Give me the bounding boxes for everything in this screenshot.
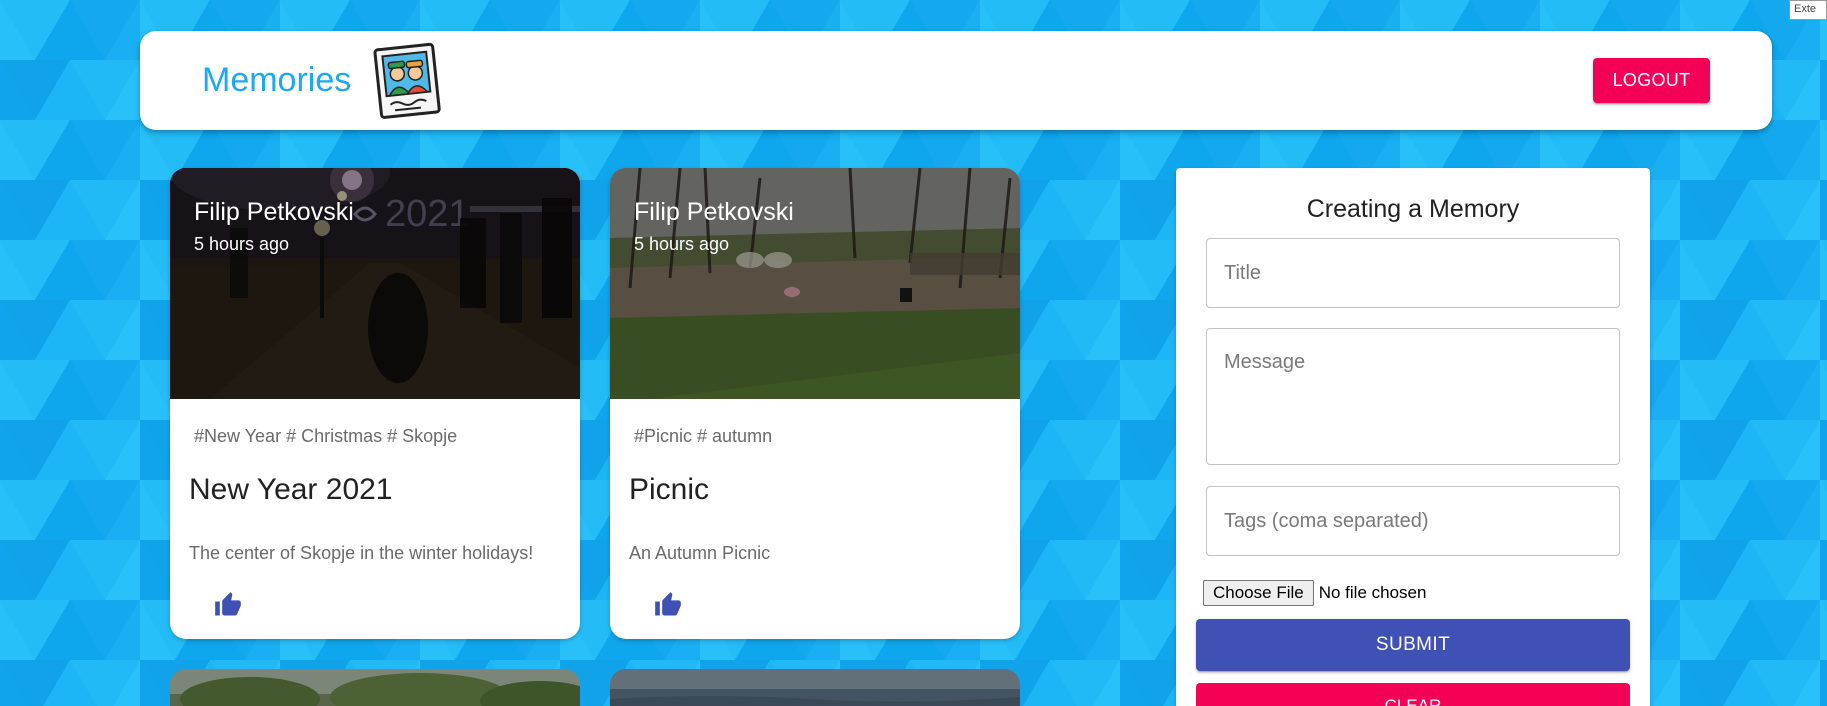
file-upload: Choose File No file chosen — [1203, 580, 1426, 606]
card-tags: #New Year # Christmas # Skopje — [194, 426, 458, 446]
card-time: 5 hours ago — [634, 234, 730, 254]
submit-button[interactable]: SUBMIT — [1196, 619, 1630, 671]
card-message: The center of Skopje in the winter holid… — [189, 543, 534, 563]
message-input[interactable] — [1206, 328, 1620, 465]
like-button[interactable] — [650, 588, 686, 624]
card-message: An Autumn Picnic — [629, 543, 771, 563]
memories-photo-logo-icon — [373, 42, 441, 119]
form-heading: Creating a Memory — [1306, 195, 1520, 223]
memory-card[interactable] — [610, 669, 1020, 706]
card-author: Filip Petkovski — [634, 198, 794, 226]
brand-title[interactable]: Memories — [202, 61, 351, 100]
card-image — [610, 669, 1020, 706]
card-time: 5 hours ago — [194, 234, 290, 254]
card-title: Picnic — [629, 473, 710, 506]
card-tags: #Picnic # autumn — [634, 426, 773, 446]
thumb-up-icon — [215, 591, 241, 615]
card-title: New Year 2021 — [189, 473, 393, 506]
memory-card[interactable] — [170, 669, 580, 706]
title-input[interactable] — [1206, 238, 1620, 308]
memory-card[interactable]: 2021 Filip Petkovski 5 hours ago #New Ye… — [170, 168, 580, 639]
clear-button[interactable]: CLEAR — [1196, 683, 1630, 706]
memory-card[interactable]: Filip Petkovski 5 hours ago #Picnic # au… — [610, 168, 1020, 639]
file-status: No file chosen — [1318, 583, 1427, 602]
create-memory-form: Creating a Memory Choose File No file ch… — [1176, 168, 1650, 706]
app-bar: Memories LOGOUT — [140, 31, 1772, 130]
tags-input[interactable] — [1206, 486, 1620, 556]
choose-file-button[interactable]: Choose File — [1203, 580, 1314, 606]
like-button[interactable] — [210, 588, 246, 624]
logout-button[interactable]: LOGOUT — [1593, 58, 1710, 103]
browser-extension-badge: Exte — [1789, 0, 1827, 20]
card-author: Filip Petkovski — [194, 198, 354, 226]
card-image — [170, 669, 580, 706]
thumb-up-icon — [655, 591, 681, 615]
